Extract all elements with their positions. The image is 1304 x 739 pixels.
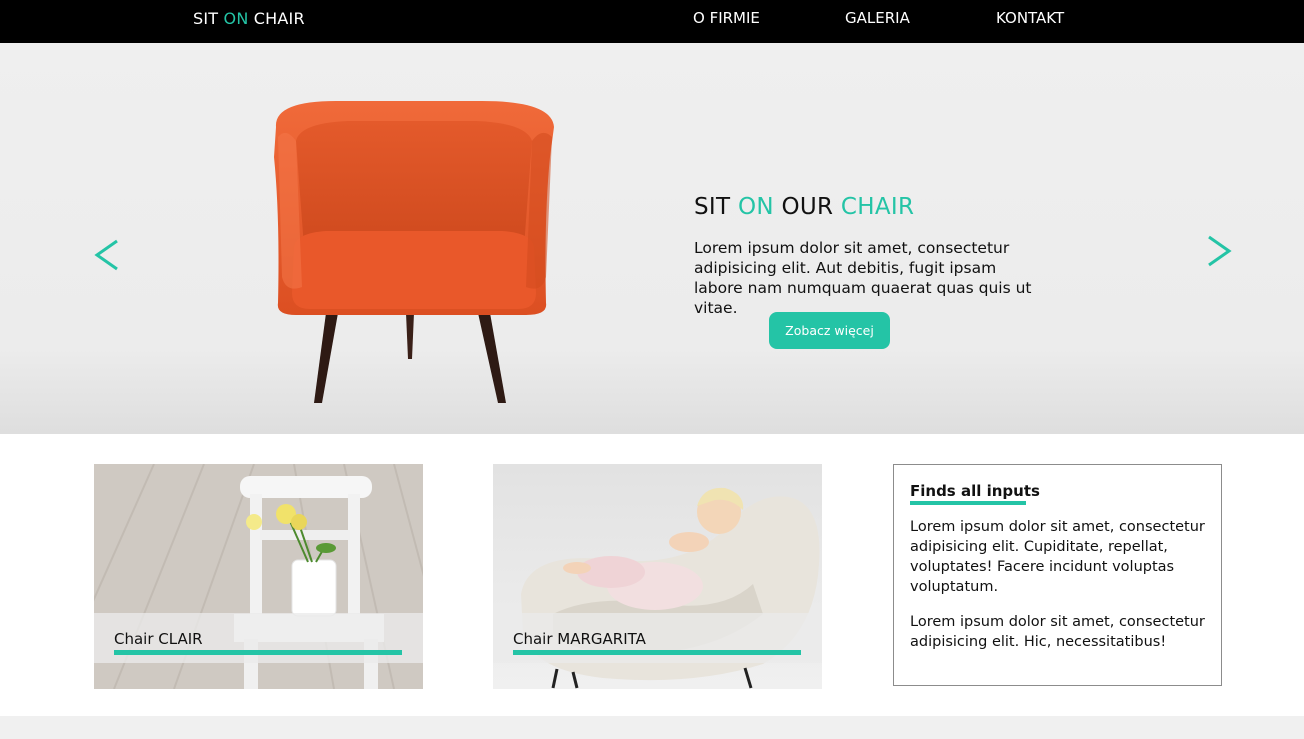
card-accent-line <box>114 650 402 655</box>
hero-title: SIT ON OUR CHAIR <box>694 194 915 220</box>
nav-item-kontakt[interactable]: KONTAKT <box>996 9 1064 27</box>
card-title: Chair MARGARITA <box>513 630 646 648</box>
slider-next-button[interactable] <box>1205 231 1233 271</box>
hero-slider: SIT ON OUR CHAIR Lorem ipsum dolor sit a… <box>0 43 1304 434</box>
see-more-button[interactable]: Zobacz więcej <box>769 312 890 349</box>
product-card-clair[interactable]: Chair CLAIR <box>94 464 423 689</box>
product-card-margarita[interactable]: Chair MARGARITA <box>493 464 822 689</box>
info-paragraph-2: Lorem ipsum dolor sit amet, consectetur … <box>910 614 1205 650</box>
card-accent-line <box>513 650 801 655</box>
info-paragraph-1: Lorem ipsum dolor sit amet, consectetur … <box>910 519 1205 595</box>
hero-chair-image <box>256 97 568 409</box>
info-title: Finds all inputs <box>910 482 1040 500</box>
card-caption: Chair MARGARITA <box>493 613 822 663</box>
slider-prev-button[interactable] <box>93 235 121 275</box>
info-box: Finds all inputs Lorem ipsum dolor sit a… <box>893 464 1222 686</box>
card-title: Chair CLAIR <box>114 630 203 648</box>
info-title-underline <box>910 501 1026 505</box>
chevron-left-icon <box>94 239 118 271</box>
top-nav-bar: SIT ON CHAIR O FIRMIE GALERIA KONTAKT <box>0 0 1304 43</box>
nav-item-galeria[interactable]: GALERIA <box>845 9 910 27</box>
card-caption: Chair CLAIR <box>94 613 423 663</box>
site-logo[interactable]: SIT ON CHAIR <box>193 9 305 28</box>
footer-strip <box>0 716 1304 739</box>
logo-text-sit: SIT <box>193 9 224 28</box>
nav-item-o-firmie[interactable]: O FIRMIE <box>693 9 760 27</box>
logo-text-chair: CHAIR <box>248 9 305 28</box>
logo-text-on: ON <box>223 9 249 28</box>
chevron-right-icon <box>1208 235 1232 267</box>
hero-description: Lorem ipsum dolor sit amet, consectetur … <box>694 239 1032 317</box>
